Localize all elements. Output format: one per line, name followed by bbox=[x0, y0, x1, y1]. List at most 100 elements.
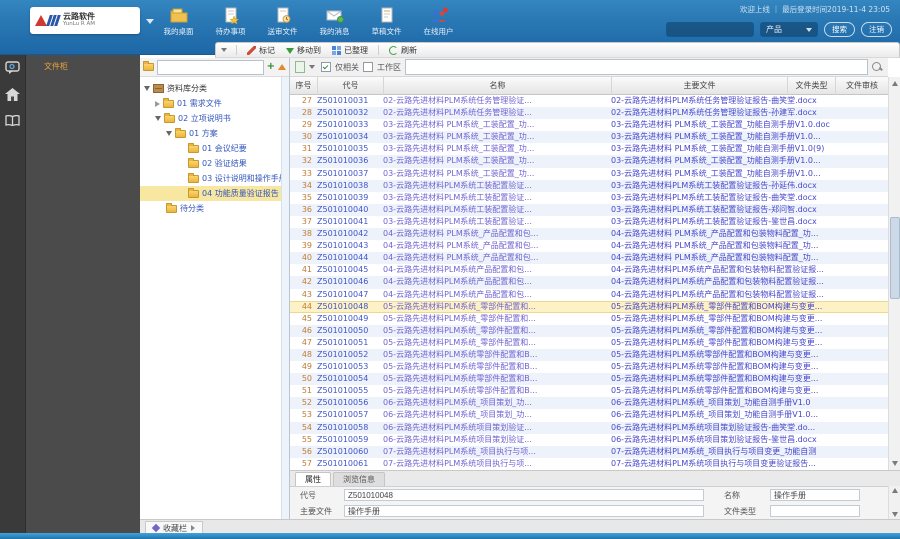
table-row[interactable]: 30 Z501010034 03-云路先进材料 PLM系统_工装配置_功... 03-… bbox=[290, 131, 888, 144]
tab-properties[interactable]: 属性 bbox=[295, 472, 331, 486]
search-panel-icon[interactable] bbox=[0, 55, 25, 81]
cell-title[interactable]: 02-云路先进材料PLM系统任务管理验证... bbox=[383, 107, 611, 119]
tree-collapse-icon[interactable] bbox=[278, 64, 286, 70]
search-button[interactable]: 搜索 bbox=[824, 22, 855, 37]
header-tool-message[interactable]: 我的消息 bbox=[314, 7, 355, 37]
cell-title[interactable]: 07-云路先进材料PLM系统项目执行与项... bbox=[383, 458, 611, 470]
header-tool-desktop[interactable]: 我的桌面 bbox=[158, 7, 199, 37]
cell-file[interactable]: 07-云路先进材料PLM系统_项目执行与项目变更_功能自测 bbox=[611, 446, 888, 458]
cell-file[interactable]: 05-云路先进材料PLM系统_零部件配置和BOM构建与变更... bbox=[611, 325, 888, 337]
table-row[interactable]: 45 Z501010049 05-云路先进材料PLM系统_零部件配置和... 05-云… bbox=[290, 313, 888, 325]
table-row[interactable]: 38 Z501010042 04-云路先进材料 PLM系统_产品配置和包... 04-… bbox=[290, 228, 888, 241]
cell-title[interactable]: 05-云路先进材料PLM系统零部件配置和B... bbox=[383, 373, 611, 385]
cell-code[interactable]: Z501010060 bbox=[317, 446, 383, 458]
cell-file[interactable]: 04-云路先进材料 PLM系统_产品配置和包装物料配置_功... bbox=[611, 240, 888, 252]
cell-file[interactable]: 06-云路先进材料PLM系统项目策划验证报告-曲笑堂.do... bbox=[611, 422, 888, 434]
scope-select[interactable]: 产品 bbox=[760, 22, 818, 37]
cell-code[interactable]: Z501010061 bbox=[317, 458, 383, 470]
cell-file[interactable]: 05-云路先进材料PLM系统零部件配置和BOM构建与变更... bbox=[611, 361, 888, 373]
cell-file[interactable]: 05-云路先进材料PLM系统零部件配置和BOM构建与变更... bbox=[611, 349, 888, 361]
cell-file[interactable]: 05-云路先进材料PLM系统_零部件配置和BOM构建与变更... bbox=[611, 301, 888, 313]
cell-title[interactable]: 06-云路先进材料PLM系统_项目策划_功... bbox=[383, 409, 611, 421]
table-row[interactable]: 27 Z501010031 02-云路先进材料PLM系统任务管理验证... 02-云路… bbox=[290, 95, 888, 107]
cell-file[interactable]: 03-云路先进材料PLM系统工装配置验证报告-孙延伟.docx bbox=[611, 180, 888, 192]
table-row[interactable]: 33 Z501010037 03-云路先进材料 PLM系统_工装配置_功... 03-… bbox=[290, 168, 888, 180]
cell-code[interactable]: Z501010031 bbox=[317, 95, 383, 107]
library-book-icon[interactable] bbox=[0, 107, 25, 133]
tree-open-caret-icon[interactable] bbox=[166, 131, 172, 136]
cell-code[interactable]: Z501010040 bbox=[317, 204, 383, 216]
cell-code[interactable]: Z501010038 bbox=[317, 180, 383, 192]
cell-code[interactable]: Z501010053 bbox=[317, 361, 383, 373]
cell-file[interactable]: 03-云路先进材料PLM系统工装配置验证报告-郑问智.docx bbox=[611, 204, 888, 216]
table-row[interactable]: 49 Z501010053 05-云路先进材料PLM系统零部件配置和B... 05-云… bbox=[290, 361, 888, 373]
table-row[interactable]: 48 Z501010052 05-云路先进材料PLM系统零部件配置和B... 05-云… bbox=[290, 348, 888, 362]
tree-filter-input[interactable] bbox=[157, 59, 264, 75]
column-header-code[interactable]: 代号 bbox=[318, 76, 384, 95]
table-row[interactable]: 39 Z501010043 04-云路先进材料 PLM系统_产品配置和包... 04-… bbox=[290, 240, 888, 252]
tree-open-caret-icon[interactable] bbox=[144, 86, 150, 91]
workspace-checkbox[interactable] bbox=[363, 62, 373, 72]
cell-file[interactable]: 04-云路先进材料 PLM系统_产品配置和包装物料配置_功... bbox=[611, 228, 888, 240]
cell-code[interactable]: Z501010039 bbox=[317, 192, 383, 204]
cell-code[interactable]: Z501010054 bbox=[317, 373, 383, 385]
table-row[interactable]: 55 Z501010059 06-云路先进材料PLM系统项目策划验证... 06-云路… bbox=[290, 434, 888, 446]
cell-title[interactable]: 03-云路先进材料PLM系统工装配置验证... bbox=[383, 180, 611, 192]
view-type-caret-icon[interactable] bbox=[309, 65, 315, 69]
cell-code[interactable]: Z501010046 bbox=[317, 276, 383, 288]
cell-code[interactable]: Z501010055 bbox=[317, 385, 383, 397]
table-row[interactable]: 41 Z501010045 04-云路先进材料PLM系统产品配置和包... 04-云路… bbox=[290, 264, 888, 276]
cell-code[interactable]: Z501010056 bbox=[317, 397, 383, 409]
cell-title[interactable]: 05-云路先进材料PLM系统零部件配置和B... bbox=[383, 349, 611, 361]
cell-code[interactable]: Z501010050 bbox=[317, 325, 383, 337]
cell-title[interactable]: 03-云路先进材料 PLM系统_工装配置_功... bbox=[383, 155, 611, 167]
cell-title[interactable]: 04-云路先进材料PLM系统产品配置和包... bbox=[383, 289, 611, 301]
tree-folder-icon[interactable] bbox=[143, 61, 154, 71]
cell-code[interactable]: Z501010035 bbox=[317, 143, 383, 155]
cell-file[interactable]: 05-云路先进材料PLM系统零部件配置和BOM构建与变更... bbox=[611, 385, 888, 397]
cell-title[interactable]: 03-云路先进材料PLM系统工装配置验证... bbox=[383, 204, 611, 216]
column-header-review[interactable]: 文件审核 bbox=[836, 77, 888, 95]
cell-file[interactable]: 03-云路先进材料 PLM系统_工装配置_功能自测手册V1.0.doc bbox=[611, 119, 888, 131]
cell-code[interactable]: Z501010034 bbox=[317, 131, 383, 143]
list-search-input[interactable] bbox=[405, 59, 868, 75]
cell-code[interactable]: Z501010059 bbox=[317, 434, 383, 446]
cell-title[interactable]: 05-云路先进材料PLM系统_零部件配置和... bbox=[383, 313, 611, 325]
column-header-num[interactable]: 序号 bbox=[290, 76, 318, 95]
tree-item[interactable]: 待分类 bbox=[140, 201, 281, 216]
cell-code[interactable]: Z501010043 bbox=[317, 240, 383, 252]
cell-code[interactable]: Z501010042 bbox=[317, 228, 383, 240]
tree-add-icon[interactable]: + bbox=[267, 62, 275, 72]
cell-title[interactable]: 03-云路先进材料 PLM系统_工装配置_功... bbox=[383, 119, 611, 131]
cell-title[interactable]: 04-云路先进材料PLM系统产品配置和包... bbox=[383, 276, 611, 288]
cell-file[interactable]: 05-云路先进材料PLM系统零部件配置和BOM构建与变更... bbox=[611, 373, 888, 385]
tree-item[interactable]: 资料库分类 bbox=[140, 81, 281, 96]
table-row[interactable]: 36 Z501010040 03-云路先进材料PLM系统工装配置验证... 03-云路… bbox=[290, 203, 888, 216]
table-row[interactable]: 35 Z501010039 03-云路先进材料PLM系统工装配置验证... 03-云路… bbox=[290, 192, 888, 204]
tree-item[interactable]: 03 设计说明和操作手册 bbox=[140, 171, 281, 186]
toolbar-button-mark[interactable]: 标记 bbox=[243, 44, 279, 57]
cell-code[interactable]: Z501010044 bbox=[317, 252, 383, 264]
search-icon[interactable] bbox=[872, 61, 881, 71]
tree-open-caret-icon[interactable] bbox=[155, 116, 161, 121]
mainfile-field[interactable] bbox=[344, 505, 704, 517]
cell-file[interactable]: 05-云路先进材料PLM系统_零部件配置和BOM构建与变更... bbox=[611, 313, 888, 325]
cell-title[interactable]: 03-云路先进材料 PLM系统_工装配置_功... bbox=[383, 168, 611, 180]
header-tool-draft[interactable]: 草稿文件 bbox=[366, 7, 407, 37]
cell-file[interactable]: 03-云路先进材料 PLM系统_工装配置_功能自测手册V1.0... bbox=[611, 168, 888, 180]
properties-scrollbar[interactable] bbox=[888, 486, 900, 519]
cell-title[interactable]: 05-云路先进材料PLM系统零部件配置和B... bbox=[383, 385, 611, 397]
cell-code[interactable]: Z501010051 bbox=[317, 337, 383, 349]
cell-file[interactable]: 04-云路先进材料PLM系统产品配置和包装物料配置验证报... bbox=[611, 264, 888, 276]
table-row[interactable]: 37 Z501010041 03-云路先进材料PLM系统工装配置验证... 03-云路… bbox=[290, 216, 888, 228]
cell-file[interactable]: 03-云路先进材料PLM系统工装配置验证报告-鉴世昌.docx bbox=[611, 216, 888, 228]
table-row[interactable]: 44 Z501010048 05-云路先进材料PLM系统_零部件配置和... 05-云… bbox=[290, 300, 888, 313]
table-row[interactable]: 50 Z501010054 05-云路先进材料PLM系统零部件配置和B... 05-云… bbox=[290, 373, 888, 386]
global-search-input[interactable] bbox=[666, 22, 754, 37]
cell-title[interactable]: 03-云路先进材料PLM系统工装配置验证... bbox=[383, 192, 611, 204]
cell-file[interactable]: 03-云路先进材料 PLM系统_工装配置_功能自测手册V1.0... bbox=[611, 155, 888, 167]
cell-title[interactable]: 04-云路先进材料 PLM系统_产品配置和包... bbox=[383, 240, 611, 252]
table-row[interactable]: 57 Z501010061 07-云路先进材料PLM系统项目执行与项... 07-云路… bbox=[290, 458, 888, 470]
only-related-checkbox[interactable] bbox=[321, 62, 331, 72]
cell-title[interactable]: 03-云路先进材料 PLM系统_工装配置_功... bbox=[383, 143, 611, 155]
